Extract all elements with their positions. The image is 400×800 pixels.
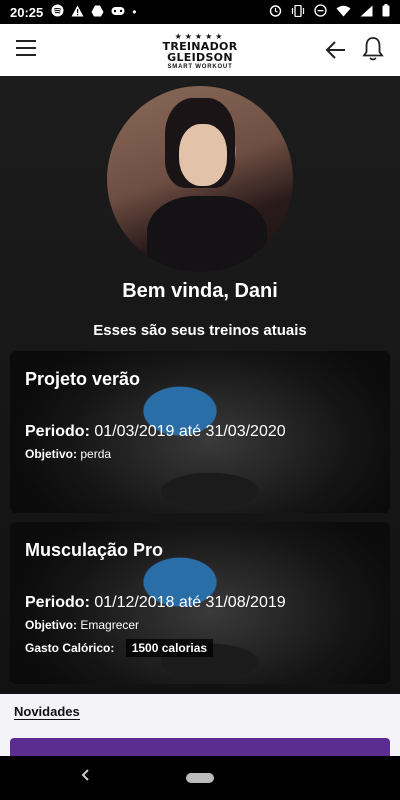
period-value: 01/12/2018 até 31/08/2019 (94, 594, 286, 611)
calories-label: Gasto Calórico: (25, 641, 115, 655)
logo-line-2: GLEIDSON (167, 51, 233, 64)
main-content: Bem vinda, Dani Esses são seus treinos a… (0, 76, 400, 694)
notification-icons: • (51, 4, 136, 20)
workout-card[interactable]: Musculação Pro Periodo: 01/12/2018 até 3… (10, 522, 390, 684)
wifi-icon (336, 5, 351, 20)
calories-value: 1500 calorias (125, 639, 214, 657)
nav-home-pill[interactable] (186, 773, 214, 783)
nav-back-icon[interactable] (80, 768, 90, 787)
period-label: Periodo: (25, 423, 90, 440)
objective-value: perda (80, 447, 112, 461)
greeting-text: Bem vinda, Dani (122, 280, 278, 302)
minus-circle-icon (314, 4, 327, 20)
signal-icon (360, 5, 373, 20)
bell-icon[interactable] (362, 36, 384, 62)
card-period: Periodo: 01/12/2018 até 31/08/2019 (25, 594, 286, 612)
news-section: Novidades (0, 694, 400, 768)
workout-card[interactable]: Projeto verão Periodo: 01/03/2019 até 31… (10, 351, 390, 513)
card-title: Musculação Pro (25, 540, 164, 560)
period-label: Periodo: (25, 594, 90, 611)
logo-line-3: SMART WORKOUT (167, 64, 233, 70)
dot-icon: • (132, 5, 137, 19)
card-calories: Gasto Calórico: 1500 calorias (25, 639, 214, 657)
drive-icon (91, 5, 104, 20)
card-period: Periodo: 01/03/2019 até 31/03/2020 (25, 423, 286, 441)
menu-icon[interactable] (16, 40, 36, 58)
back-arrow-icon[interactable] (324, 38, 348, 62)
section-title: Esses são seus treinos atuais (93, 322, 307, 339)
status-time: 20:25 (10, 4, 44, 20)
system-nav-bar (0, 756, 400, 800)
warning-icon (71, 5, 84, 20)
vibrate-icon (291, 4, 305, 20)
system-icons (269, 4, 390, 20)
status-bar: 20:25 • (0, 0, 400, 24)
card-objective: Objetivo: perda (25, 447, 111, 461)
battery-icon (382, 4, 390, 20)
objective-value: Emagrecer (80, 618, 140, 632)
profile-avatar (107, 86, 293, 272)
app-logo: ★★★★★ TREINADOR GLEIDSON SMART WORKOUT (160, 32, 240, 71)
alarm-icon (269, 4, 282, 20)
card-title: Projeto verão (25, 369, 141, 389)
news-link[interactable]: Novidades (14, 704, 80, 720)
objective-label: Objetivo: (25, 447, 78, 461)
app-bar: ★★★★★ TREINADOR GLEIDSON SMART WORKOUT (0, 24, 400, 76)
objective-label: Objetivo: (25, 618, 78, 632)
gamepad-icon (111, 5, 125, 19)
card-objective: Objetivo: Emagrecer (25, 618, 139, 632)
spotify-icon (51, 4, 64, 20)
period-value: 01/03/2019 até 31/03/2020 (94, 423, 286, 440)
